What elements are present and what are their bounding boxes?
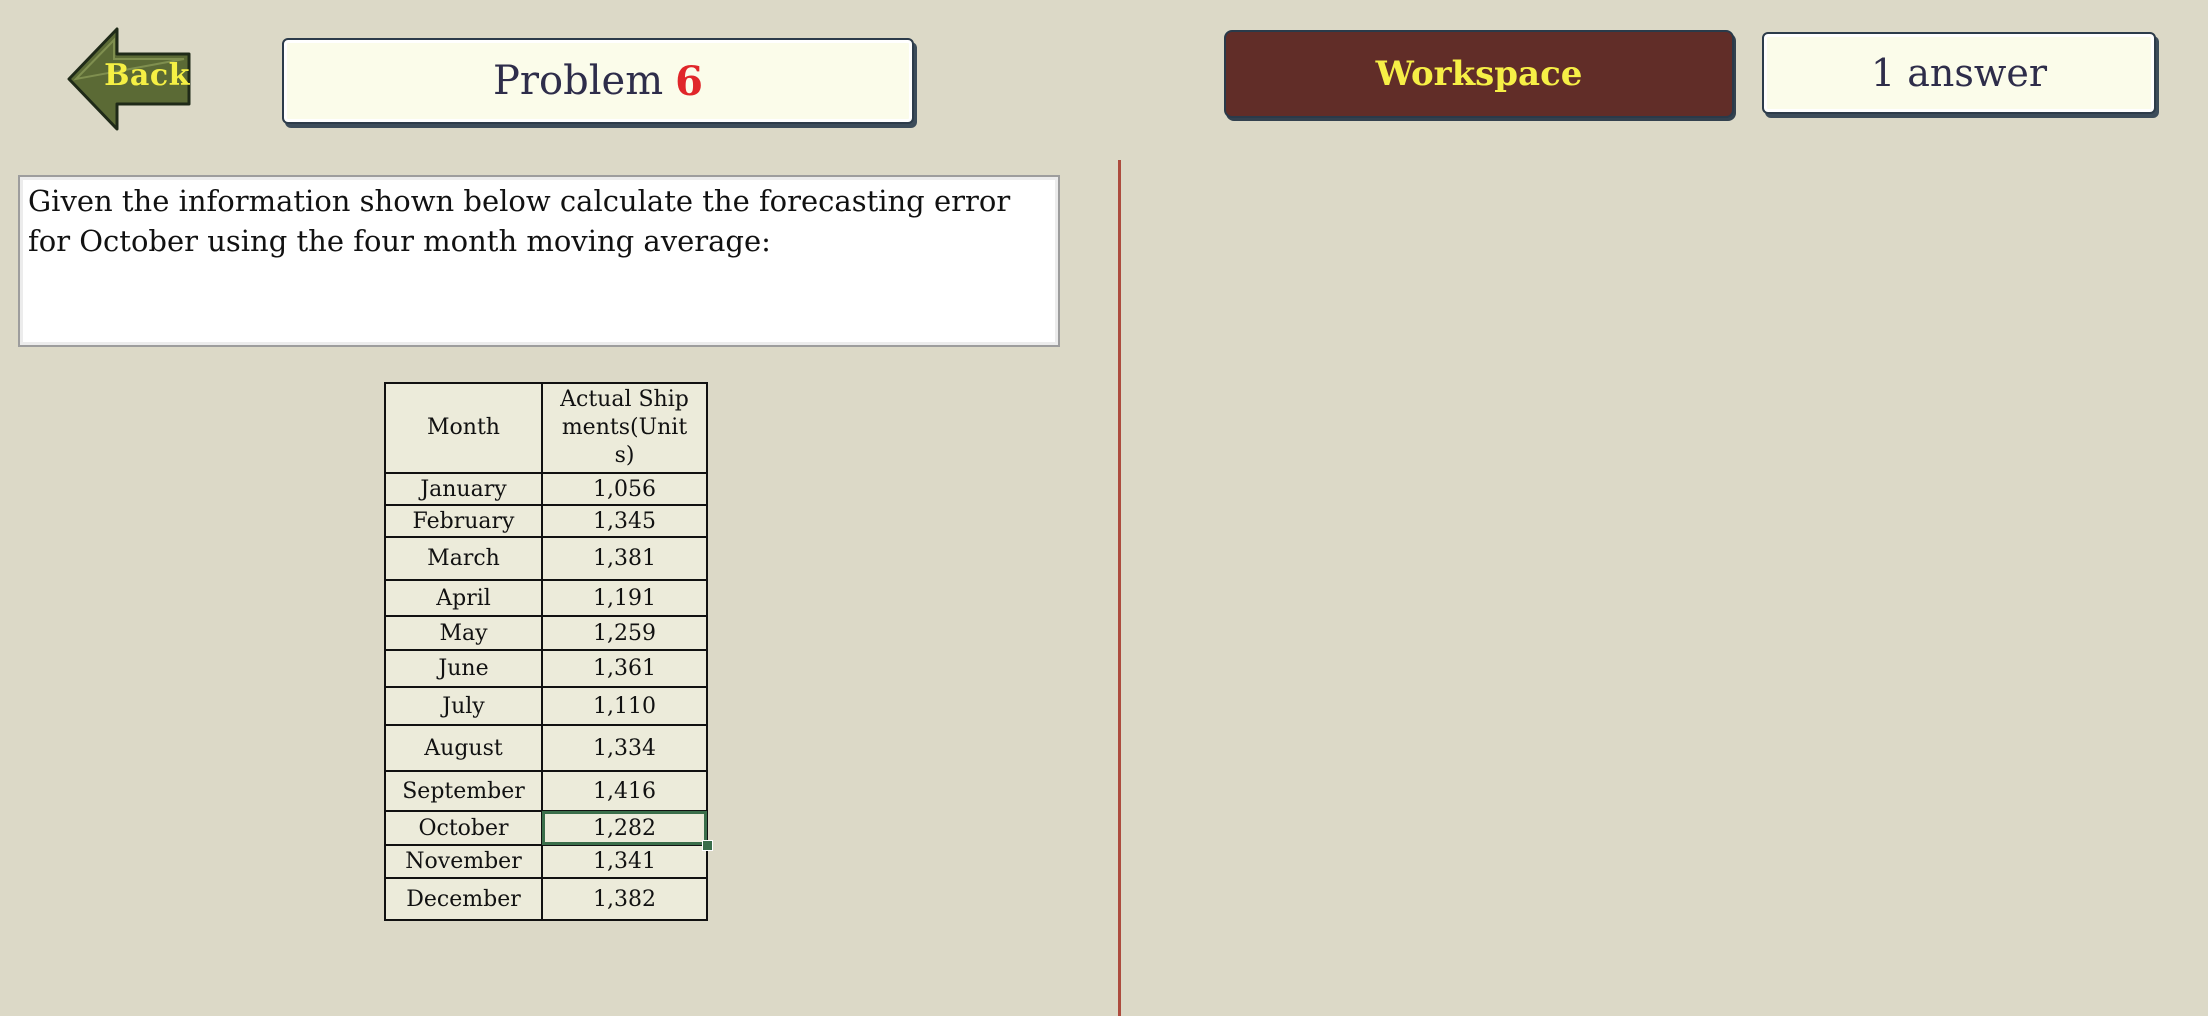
fill-handle[interactable] [702,840,713,851]
header-month: Month [384,382,543,474]
table-row: November 1,341 [384,844,708,879]
table-row: December 1,382 [384,877,708,921]
cell-month[interactable]: July [384,686,543,726]
answers-label: 1 answer [1870,51,2048,95]
workspace-label: Workspace [1375,54,1583,94]
problem-title: Problem 6 [282,38,914,124]
cell-shipments-selected[interactable]: 1,282 [541,810,713,851]
cell-shipments[interactable]: 1,382 [541,877,708,921]
cell-month[interactable]: January [384,472,543,506]
cell-shipments[interactable]: 1,381 [541,536,708,581]
cell-shipments-value: 1,282 [593,815,656,841]
cell-shipments[interactable]: 1,259 [541,615,708,651]
table-row: August 1,334 [384,724,708,772]
table-row: September 1,416 [384,770,708,812]
table-row: February 1,345 [384,504,708,538]
workspace-button[interactable]: Workspace [1224,30,1734,118]
problem-number: 6 [675,57,703,105]
shipments-table: Month Actual Shipments(Units) January 1,… [384,382,713,921]
cell-shipments[interactable]: 1,361 [541,649,708,688]
cell-month[interactable]: February [384,504,543,538]
table-row: July 1,110 [384,686,708,726]
cell-month[interactable]: May [384,615,543,651]
cell-month[interactable]: December [384,877,543,921]
cell-shipments[interactable]: 1,056 [541,472,708,506]
back-button[interactable]: Back [66,26,192,132]
cell-month[interactable]: October [384,810,543,846]
cell-shipments[interactable]: 1,110 [541,686,708,726]
header-shipments-label: Actual Shipments(Units) [560,387,689,468]
cell-shipments[interactable]: 1,416 [541,770,708,812]
table-row: March 1,381 [384,536,708,581]
cell-shipments[interactable]: 1,345 [541,504,708,538]
table-row: January 1,056 [384,472,708,506]
question-text-box: Given the information shown below calcul… [18,175,1060,347]
table-row: April 1,191 [384,579,708,617]
problem-label: Problem [493,58,664,104]
back-label: Back [104,58,190,93]
question-text: Given the information shown below calcul… [28,184,1011,258]
table-row: May 1,259 [384,615,708,651]
table-header-row: Month Actual Shipments(Units) [384,382,708,474]
header-shipments: Actual Shipments(Units) [541,382,708,474]
cell-month[interactable]: August [384,724,543,772]
cell-month[interactable]: September [384,770,543,812]
panel-divider [1118,160,1121,1016]
cell-shipments[interactable]: 1,341 [541,844,708,879]
cell-month[interactable]: November [384,844,543,879]
cell-shipments[interactable]: 1,191 [541,579,708,617]
cell-month[interactable]: April [384,579,543,617]
cell-shipments[interactable]: 1,334 [541,724,708,772]
answers-button[interactable]: 1 answer [1762,32,2156,114]
table-row: October 1,282 [384,810,713,851]
cell-month[interactable]: March [384,536,543,581]
table-row: June 1,361 [384,649,708,688]
cell-month[interactable]: June [384,649,543,688]
